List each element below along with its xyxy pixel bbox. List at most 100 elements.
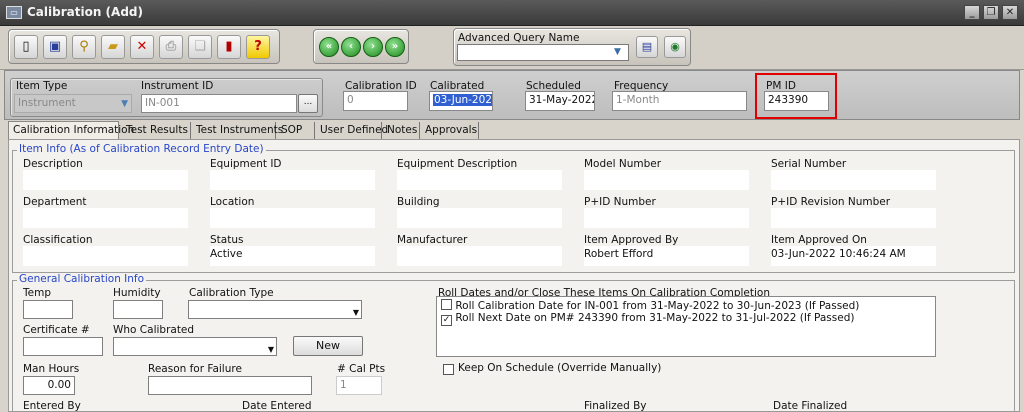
item-approved-by-label: Item Approved By (584, 234, 679, 246)
who-calibrated-select[interactable]: ▼ (113, 337, 277, 356)
advanced-query-select[interactable]: ▼ (457, 44, 629, 61)
equipment-id-field (210, 170, 375, 190)
tab-notes[interactable]: Notes (383, 122, 420, 140)
tab-approvals[interactable]: Approvals (421, 122, 479, 140)
scheduled-date-field[interactable]: 31-May-2022 (525, 91, 595, 111)
who-calibrated-label: Who Calibrated (113, 324, 195, 336)
advanced-query-label: Advanced Query Name (458, 32, 580, 44)
roll-calibration-checkbox[interactable] (441, 299, 452, 310)
certificate-input[interactable] (23, 337, 103, 356)
equipment-description-label: Equipment Description (397, 158, 518, 170)
calibration-id-field: 0 (343, 91, 408, 111)
location-label: Location (210, 196, 255, 208)
serial-number-field (771, 170, 936, 190)
cal-pts-label: # Cal Pts (337, 363, 386, 375)
title-bar: ▭ Calibration (Add) _ ❐ ✕ (0, 0, 1024, 26)
chevron-down-icon: ▼ (352, 308, 359, 317)
open-folder-icon[interactable]: ▰ (101, 35, 125, 59)
item-info-title: Item Info (As of Calibration Record Entr… (17, 143, 266, 155)
department-label: Department (23, 196, 87, 208)
equipment-id-label: Equipment ID (210, 158, 282, 170)
previous-record-icon[interactable]: ‹ (341, 37, 361, 57)
instrument-browse-button[interactable]: ... (298, 94, 318, 113)
humidity-input[interactable] (113, 300, 163, 319)
description-field (23, 170, 188, 190)
list-item[interactable]: ✓ Roll Next Date on PM# 243390 from 31-M… (441, 312, 854, 326)
man-hours-input[interactable]: 0.00 (23, 376, 75, 395)
department-field (23, 208, 188, 228)
reason-for-failure-label: Reason for Failure (148, 363, 242, 375)
calibration-type-select[interactable]: ▼ (188, 300, 362, 319)
save-icon[interactable]: ▣ (43, 35, 67, 59)
entered-by-label: Entered By (23, 400, 81, 412)
new-button[interactable]: New (293, 336, 363, 356)
record-nav-group: « ‹ › » (313, 29, 409, 64)
next-record-icon[interactable]: › (363, 37, 383, 57)
tab-sop[interactable]: SOP (277, 122, 315, 140)
restore-button[interactable]: ❐ (983, 5, 999, 20)
temp-label: Temp (23, 287, 51, 299)
list-item[interactable]: Roll Calibration Date for IN-001 from 31… (441, 299, 859, 312)
window-title: Calibration (Add) (27, 5, 143, 19)
item-approved-on-field: 03-Jun-2022 10:46:24 AM (771, 246, 936, 266)
keep-on-schedule-checkbox[interactable] (443, 364, 454, 375)
tab-test-results[interactable]: Test Results (122, 122, 191, 140)
manufacturer-field (397, 246, 562, 266)
location-field (210, 208, 375, 228)
calculator-icon[interactable]: ▮ (217, 35, 241, 59)
last-record-icon[interactable]: » (385, 37, 405, 57)
first-record-icon[interactable]: « (319, 37, 339, 57)
calibration-type-label: Calibration Type (189, 287, 274, 299)
pid-revision-label: P+ID Revision Number (771, 196, 891, 208)
serial-number-label: Serial Number (771, 158, 847, 170)
temp-input[interactable] (23, 300, 73, 319)
date-entered-label: Date Entered (242, 400, 312, 412)
reason-for-failure-input[interactable] (148, 376, 312, 395)
building-field (397, 208, 562, 228)
instrument-id-field[interactable]: IN-001 (141, 94, 297, 113)
roll-items-list: Roll Calibration Date for IN-001 from 31… (436, 296, 936, 357)
manufacturer-label: Manufacturer (397, 234, 468, 246)
pid-number-label: P+ID Number (584, 196, 656, 208)
toolbar: ▯ ▣ ⚲ ▰ ✕ ⎙ ❏ ▮ ? « ‹ › » Advanced Query… (0, 26, 1024, 70)
date-finalized-label: Date Finalized (773, 400, 848, 412)
item-approved-on-label: Item Approved On (771, 234, 867, 246)
pm-id-highlight (755, 73, 837, 119)
minimize-button[interactable]: _ (964, 5, 980, 20)
close-button[interactable]: ✕ (1002, 5, 1018, 20)
tab-user-defined[interactable]: User Defined (316, 122, 388, 140)
classification-field (23, 246, 188, 266)
copy-icon[interactable]: ❏ (188, 35, 212, 59)
chevron-down-icon: ▼ (614, 47, 621, 57)
print-icon[interactable]: ⎙ (159, 35, 183, 59)
model-number-label: Model Number (584, 158, 662, 170)
new-document-icon[interactable]: ▯ (14, 35, 38, 59)
item-type-select[interactable]: Instrument ▼ (14, 94, 132, 113)
keep-on-schedule-label: Keep On Schedule (Override Manually) (458, 362, 662, 374)
chevron-down-icon: ▼ (121, 99, 128, 109)
frequency-field: 1-Month (612, 91, 747, 111)
app-icon: ▭ (6, 6, 22, 19)
item-type-label: Item Type (16, 80, 68, 92)
instrument-id-label: Instrument ID (141, 80, 214, 92)
equipment-description-field (397, 170, 562, 190)
man-hours-label: Man Hours (23, 363, 80, 375)
delete-icon[interactable]: ✕ (130, 35, 154, 59)
pid-revision-field (771, 208, 936, 228)
building-label: Building (397, 196, 440, 208)
tab-content: Item Info (As of Calibration Record Entr… (8, 139, 1020, 412)
roll-pm-checkbox[interactable]: ✓ (441, 315, 452, 326)
model-number-field (584, 170, 749, 190)
status-field: Active (210, 246, 375, 266)
calibrated-date-field[interactable]: 03-Jun-2022 (429, 91, 493, 111)
general-calibration-title: General Calibration Info (17, 273, 147, 285)
item-approved-by-field: Robert Efford (584, 246, 749, 266)
query-edit-icon[interactable]: ▤ (636, 36, 658, 58)
search-icon[interactable]: ⚲ (72, 35, 96, 59)
tab-calibration-information[interactable]: Calibration Information (8, 121, 134, 141)
tab-test-instruments[interactable]: Test Instruments (192, 122, 283, 140)
help-icon[interactable]: ? (246, 35, 270, 59)
classification-label: Classification (23, 234, 93, 246)
query-run-icon[interactable]: ◉ (664, 36, 686, 58)
chevron-down-icon: ▼ (267, 345, 274, 354)
